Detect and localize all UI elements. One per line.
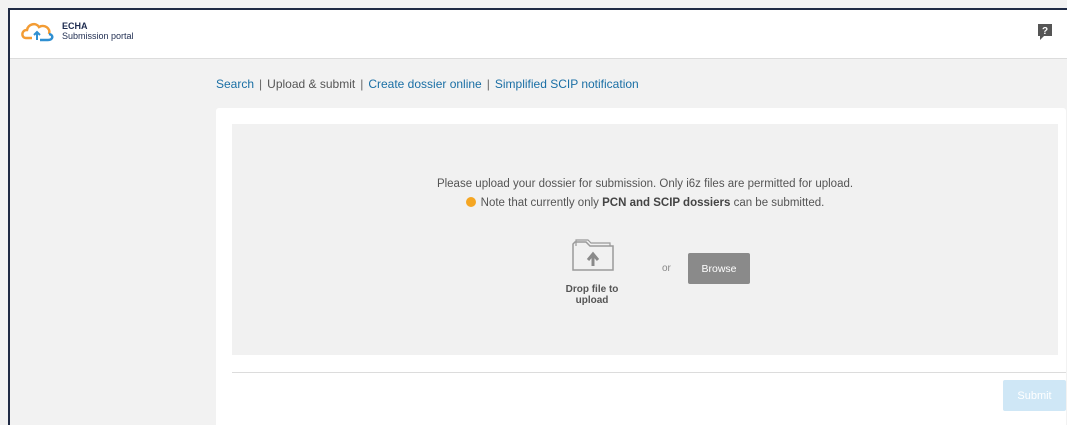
browse-button[interactable]: Browse <box>688 253 750 284</box>
cloud-upload-icon <box>20 20 56 42</box>
nav-separator: | <box>486 77 490 91</box>
or-label: or <box>662 263 671 274</box>
top-nav: Search | Upload & submit | Create dossier on… <box>216 77 639 91</box>
submit-button[interactable]: Submit <box>1003 380 1066 411</box>
note-prefix: Note that currently only <box>480 197 599 209</box>
nav-scip-link[interactable]: Simplified SCIP notification <box>495 77 639 91</box>
logo-subtitle: Submission portal <box>62 31 134 41</box>
logo-title: ECHA <box>62 21 88 31</box>
folder-upload-icon <box>570 236 616 279</box>
nav-separator: | <box>259 77 263 91</box>
upload-instructions: Please upload your dossier for submissio… <box>436 178 854 190</box>
nav-create-dossier-link[interactable]: Create dossier online <box>368 77 481 91</box>
echa-logo[interactable]: ECHA Submission portal <box>20 20 134 42</box>
note-bold: PCN and SCIP dossiers <box>602 197 731 209</box>
help-glyph: ? <box>1042 26 1048 37</box>
nav-separator: | <box>360 77 364 91</box>
upload-panel: Please upload your dossier for submissio… <box>216 108 1066 425</box>
upload-note: Note that currently only PCN and SCIP do… <box>232 197 1058 209</box>
nav-upload-submit[interactable]: Upload & submit <box>267 77 355 91</box>
help-icon[interactable]: ? <box>1037 23 1053 41</box>
drop-file-label: Drop file to upload <box>565 284 619 306</box>
file-dropzone[interactable]: Please upload your dossier for submissio… <box>232 124 1058 355</box>
nav-search-link[interactable]: Search <box>216 77 254 91</box>
portal-window: ECHA Submission portal ? Search | Upload &… <box>8 8 1067 425</box>
note-suffix: can be submitted. <box>733 197 825 209</box>
panel-divider <box>232 372 1066 373</box>
warning-dot-icon <box>465 197 476 207</box>
top-header: ECHA Submission portal ? <box>10 10 1067 59</box>
